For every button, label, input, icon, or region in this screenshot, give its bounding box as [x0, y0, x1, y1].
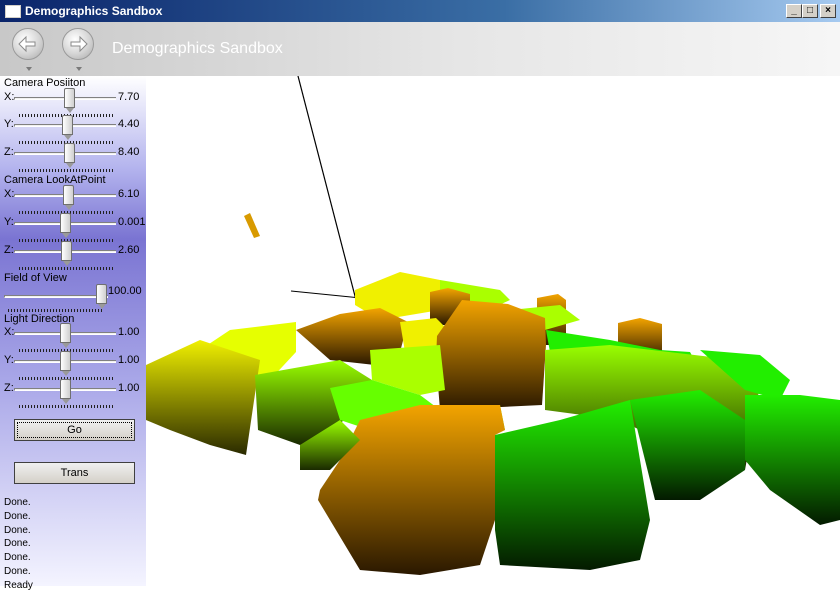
camera-position-y-value: 4.40	[118, 118, 140, 130]
forward-arrow-icon	[70, 35, 88, 53]
light-direction-y-label: Y:	[4, 354, 14, 366]
camera-position-z-ticks	[19, 169, 113, 172]
close-button[interactable]: ×	[820, 4, 836, 18]
back-button[interactable]	[12, 28, 44, 60]
camera-lookat-y-value: 0.001	[118, 216, 146, 228]
region-block	[436, 300, 546, 410]
camera-lookat-x-value: 6.10	[118, 188, 140, 200]
log-line: Done.	[4, 538, 31, 550]
back-arrow-icon	[18, 35, 36, 53]
status-log: Done. Done. Done. Done. Done. Done. Read…	[4, 496, 33, 593]
3d-viewport[interactable]	[146, 76, 840, 586]
region-block	[146, 340, 260, 455]
camera-lookat-z-ticks	[19, 267, 113, 270]
log-line: Done.	[4, 510, 31, 522]
light-direction-x-label: X:	[4, 326, 15, 338]
log-line: Done.	[4, 497, 31, 508]
field-of-view-heading: Field of View	[4, 272, 67, 284]
navigation-toolbar: Demographics Sandbox	[0, 22, 840, 76]
light-direction-z-value: 1.00	[118, 382, 140, 394]
page-title: Demographics Sandbox	[112, 40, 283, 57]
light-direction-z-label: Z:	[4, 382, 14, 394]
trans-button[interactable]: Trans	[14, 462, 135, 484]
maximize-button[interactable]: □	[802, 4, 818, 18]
camera-position-x-value: 7.70	[118, 91, 140, 103]
light-direction-z-thumb[interactable]	[60, 379, 71, 404]
light-direction-y-thumb[interactable]	[60, 351, 71, 376]
minimize-button[interactable]: _	[786, 4, 802, 18]
camera-position-z-label: Z:	[4, 146, 14, 158]
window-title-bar: Demographics Sandbox _ □ ×	[0, 0, 840, 22]
camera-position-z-thumb[interactable]	[64, 143, 75, 168]
camera-position-x-thumb[interactable]	[64, 88, 75, 113]
log-line: Done.	[4, 524, 31, 536]
field-of-view-thumb[interactable]	[96, 284, 107, 309]
field-of-view-slider[interactable]	[4, 295, 108, 298]
camera-lookat-z-label: Z:	[4, 244, 14, 256]
camera-lookat-y-label: Y:	[4, 216, 14, 228]
light-direction-y-value: 1.00	[118, 354, 140, 366]
camera-lookat-y-thumb[interactable]	[60, 213, 71, 238]
go-button[interactable]: Go	[14, 419, 135, 441]
light-direction-x-thumb[interactable]	[60, 323, 71, 348]
control-panel: Camera Posiiton X: 7.70 Y: 4.40 Z: 8.40 …	[0, 76, 146, 591]
camera-lookat-x-label: X:	[4, 188, 15, 200]
demographics-3d-scene	[146, 76, 840, 575]
log-line: Done.	[4, 565, 31, 577]
camera-lookat-z-value: 2.60	[118, 244, 140, 256]
light-direction-x-value: 1.00	[118, 326, 140, 338]
camera-position-y-label: Y:	[4, 118, 14, 130]
window-title: Demographics Sandbox	[25, 4, 163, 18]
forward-history-chevron-icon[interactable]	[76, 67, 82, 71]
camera-position-x-label: X:	[4, 91, 15, 103]
field-of-view-ticks	[8, 309, 104, 312]
back-history-chevron-icon[interactable]	[26, 67, 32, 71]
region-block	[495, 400, 650, 570]
light-direction-z-ticks	[19, 405, 113, 408]
camera-lookat-heading: Camera LookAtPoint	[4, 174, 106, 186]
camera-lookat-z-thumb[interactable]	[61, 241, 72, 266]
app-icon	[5, 5, 21, 18]
forward-button[interactable]	[62, 28, 94, 60]
camera-position-y-thumb[interactable]	[62, 115, 73, 140]
region-block	[745, 395, 840, 525]
field-of-view-value: 100.00	[108, 285, 142, 297]
camera-lookat-x-thumb[interactable]	[63, 185, 74, 210]
camera-position-z-value: 8.40	[118, 146, 140, 158]
log-line: Done.	[4, 552, 31, 564]
bar-block	[244, 213, 260, 238]
axis-line	[297, 76, 357, 301]
